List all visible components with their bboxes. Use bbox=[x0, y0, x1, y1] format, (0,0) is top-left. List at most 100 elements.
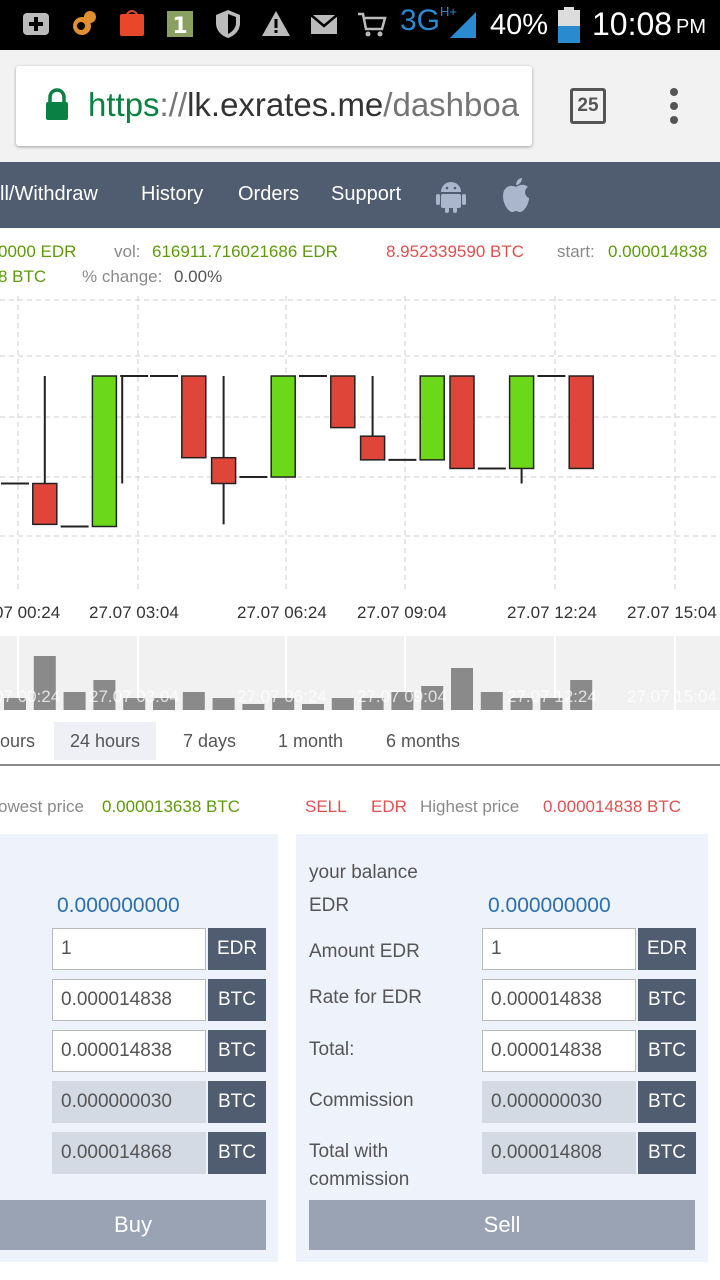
stat-line2-left: 8 BTC bbox=[0, 267, 47, 286]
volume-bar-6 bbox=[182, 692, 205, 710]
sell-twc-label-1: Total with bbox=[309, 1141, 389, 1162]
sell-twc-label-2: commission bbox=[309, 1169, 410, 1190]
vol-tick-label-1: 27.07 03:04 bbox=[89, 687, 179, 706]
clock-ampm: PM bbox=[676, 16, 706, 38]
tab-hours[interactable]: ours bbox=[0, 722, 51, 760]
tab-switcher-button[interactable]: 25 bbox=[570, 88, 606, 124]
x-tick-label-0: 07 00:24 bbox=[0, 603, 60, 622]
sell-rate-label: Rate for EDR bbox=[309, 987, 422, 1008]
url-path: /dashboa bbox=[383, 86, 520, 123]
warning-icon bbox=[262, 11, 290, 36]
vol-tick-label-2: 27.07 06:24 bbox=[237, 687, 327, 706]
number-one-icon: 1 bbox=[167, 11, 193, 39]
browser-toolbar: https://lk.exrates.me/dashboa 25 bbox=[0, 50, 720, 162]
nav-support[interactable]: Support bbox=[331, 183, 401, 206]
sell-balance-label-2: EDR bbox=[309, 895, 350, 916]
buy-total-unit: BTC bbox=[208, 1030, 266, 1072]
btc-volume: 8.952339590 BTC bbox=[386, 242, 524, 261]
candle-body-7 bbox=[210, 456, 237, 485]
x-tick-label-5: 27.07 15:04 bbox=[627, 603, 717, 622]
candle-14 bbox=[419, 375, 445, 461]
nav-orders[interactable]: Orders bbox=[238, 183, 299, 206]
lock-icon bbox=[46, 88, 68, 120]
candle-body-15 bbox=[449, 375, 475, 470]
buy-total-commission-field: 0.000014868 bbox=[52, 1132, 206, 1174]
candle-11 bbox=[330, 375, 356, 429]
tab-1-month[interactable]: 1 month bbox=[262, 722, 359, 760]
svg-text:1: 1 bbox=[172, 14, 187, 39]
volume-chart: 07 00:24 27.07 03:04 27.07 06:24 27.07 09:0… bbox=[0, 636, 720, 710]
sell-button[interactable]: Sell bbox=[309, 1200, 695, 1250]
stat-line1-left: 0000 EDR bbox=[0, 242, 77, 261]
candle-3 bbox=[91, 375, 118, 528]
signal-icon bbox=[450, 12, 476, 38]
candle-body-1 bbox=[32, 482, 58, 526]
url-scheme: https bbox=[88, 86, 160, 123]
status-bar: 1 3G H+ 40% 10:08 PM bbox=[0, 0, 720, 50]
candle-1 bbox=[32, 376, 58, 526]
candle-9 bbox=[270, 375, 296, 478]
sell-amount-input[interactable]: 1 bbox=[482, 928, 636, 970]
sell-rate-input[interactable]: 0.000014838 bbox=[482, 979, 636, 1021]
change-value: 0.00% bbox=[174, 267, 223, 286]
buy-balance: 0.000000000 bbox=[57, 894, 180, 917]
tab-24-hours[interactable]: 24 hours bbox=[54, 722, 157, 760]
candle-6 bbox=[181, 375, 207, 459]
vol-tick-label-4: 27.07 12:24 bbox=[507, 687, 597, 706]
tab-6-months[interactable]: 6 months bbox=[370, 722, 476, 760]
clock: 10:08 bbox=[592, 6, 673, 42]
highest-price-value: 0.000014838 BTC bbox=[543, 797, 681, 816]
squirrel-app-icon bbox=[73, 11, 96, 35]
sell-total-commission-field: 0.000014808 bbox=[482, 1132, 636, 1174]
candle-body-19 bbox=[568, 375, 594, 470]
sell-amount-label: Amount EDR bbox=[309, 941, 420, 962]
sell-commission-unit: BTC bbox=[638, 1081, 696, 1123]
battery-percent: 40% bbox=[490, 9, 549, 41]
sell-total-input[interactable]: 0.000014838 bbox=[482, 1030, 636, 1072]
volume-bar-16 bbox=[480, 692, 503, 710]
chart-x-labels: 07 00:24 27.07 03:04 27.07 06:24 27.07 09:0… bbox=[0, 603, 717, 622]
sell-commission-field: 0.000000030 bbox=[482, 1081, 636, 1123]
lowest-price-label: owest price bbox=[0, 797, 84, 816]
shopping-app-icon bbox=[120, 10, 144, 36]
network-type: 3G bbox=[400, 4, 441, 37]
site-nav: fill/Withdraw History Orders Support bbox=[0, 162, 720, 228]
add-notification-icon bbox=[23, 13, 49, 35]
sell-total-unit: BTC bbox=[638, 1030, 696, 1072]
sell-currency: EDR bbox=[371, 797, 407, 816]
vol-value: 616911.716021686 EDR bbox=[152, 242, 338, 261]
sell-commission-label: Commission bbox=[309, 1090, 414, 1111]
apple-icon[interactable] bbox=[500, 176, 532, 214]
nav-refill-withdraw[interactable]: fill/Withdraw bbox=[0, 183, 98, 206]
candle-body-3 bbox=[91, 375, 118, 528]
buy-total-commission-unit: BTC bbox=[208, 1132, 266, 1174]
android-icon[interactable] bbox=[436, 178, 466, 214]
url-bar[interactable]: https://lk.exrates.me/dashboa bbox=[16, 66, 532, 146]
mail-icon bbox=[310, 14, 338, 34]
lowest-price-value: 0.000013638 BTC bbox=[102, 797, 240, 816]
volume-bar-15 bbox=[451, 668, 473, 710]
buy-total-input[interactable]: 0.000014838 bbox=[52, 1030, 206, 1072]
chart-candles bbox=[1, 375, 594, 528]
sell-total-label: Total: bbox=[309, 1039, 355, 1060]
url-text: https://lk.exrates.me/dashboa bbox=[88, 86, 519, 124]
shield-icon bbox=[216, 10, 240, 38]
volume-bar-11 bbox=[331, 698, 354, 710]
x-tick-label-3: 27.07 09:04 bbox=[357, 603, 447, 622]
candle-7 bbox=[210, 376, 237, 525]
candle-17 bbox=[508, 375, 535, 484]
candle-body-11 bbox=[330, 375, 356, 429]
sell-label: SELL bbox=[305, 797, 347, 816]
candlestick-chart[interactable]: 07 00:24 27.07 03:04 27.07 06:24 27.07 09:0… bbox=[0, 296, 720, 636]
buy-button[interactable]: Buy bbox=[0, 1200, 266, 1250]
url-separator: :// bbox=[159, 86, 188, 123]
buy-rate-input[interactable]: 0.000014838 bbox=[52, 979, 206, 1021]
tab-7-days[interactable]: 7 days bbox=[167, 722, 252, 760]
vol-tick-label-5: 27.07 15:04 bbox=[627, 687, 717, 706]
buy-amount-input[interactable]: 1 bbox=[52, 928, 206, 970]
candle-body-17 bbox=[508, 375, 535, 470]
nav-history[interactable]: History bbox=[141, 183, 203, 206]
candle-body-6 bbox=[181, 375, 207, 459]
overflow-menu-icon[interactable] bbox=[662, 86, 686, 126]
highest-price-label: Highest price bbox=[420, 797, 520, 816]
